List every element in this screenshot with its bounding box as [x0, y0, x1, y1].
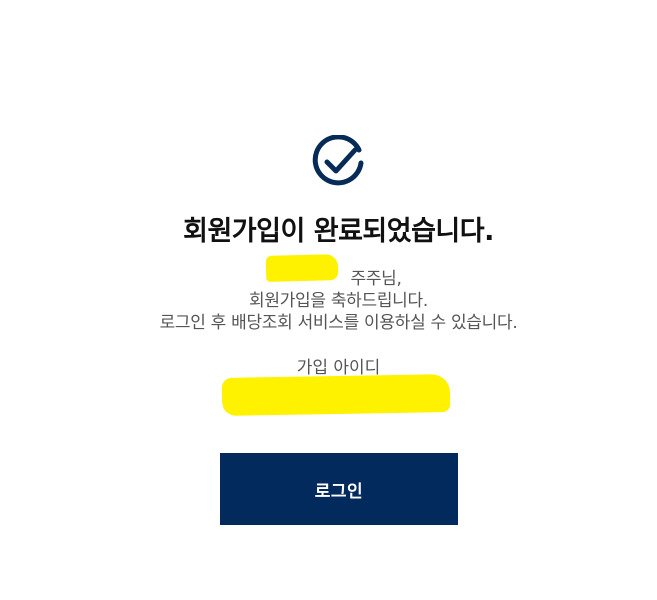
signup-complete-panel: 회원가입이 완료되었습니다. 주주님, 회원가입을 축하드립니다. 로그인 후 …	[0, 0, 657, 600]
redacted-signup-id	[221, 374, 451, 416]
greeting-suffix: 주주님,	[345, 269, 402, 289]
service-info-line: 로그인 후 배당조회 서비스를 이용하실 수 있습니다.	[159, 313, 518, 333]
redacted-name	[265, 254, 339, 282]
congrats-line: 회원가입을 축하드립니다.	[249, 291, 428, 311]
check-circle-icon	[312, 135, 364, 186]
login-button[interactable]: 로그인	[220, 453, 458, 525]
page-title: 회원가입이 완료되었습니다.	[183, 216, 494, 247]
